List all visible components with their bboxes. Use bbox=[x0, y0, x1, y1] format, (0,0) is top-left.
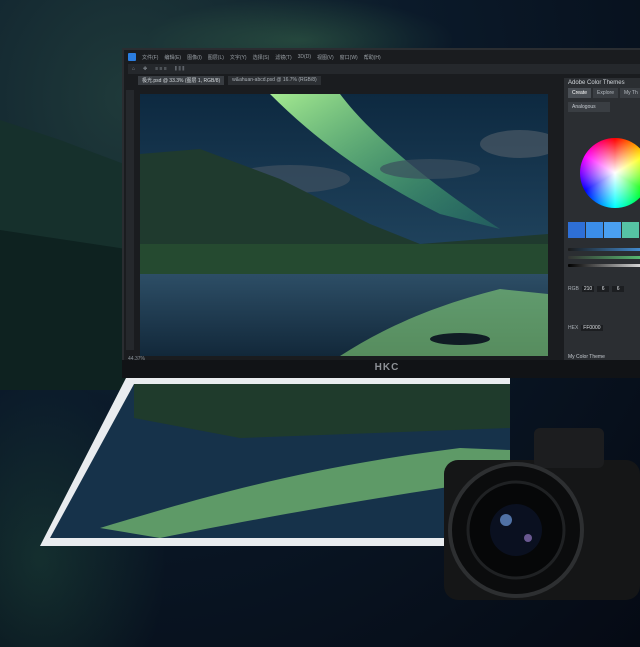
menu-bar: 文件(F) 编辑(E) 图像(I) 图层(L) 文字(Y) 选择(S) 滤镜(T… bbox=[128, 52, 640, 62]
brightness-slider[interactable] bbox=[568, 264, 640, 267]
swatch-row bbox=[568, 222, 640, 238]
hex-label: HEX bbox=[568, 324, 579, 331]
menu-help[interactable]: 帮助(H) bbox=[364, 54, 381, 61]
tab-my-themes[interactable]: My Th bbox=[619, 88, 640, 98]
green-value[interactable]: 6 bbox=[597, 285, 610, 292]
saturation-slider[interactable] bbox=[568, 256, 640, 259]
hex-value[interactable]: FF0000 bbox=[581, 324, 603, 331]
panel-tabs: Create Explore My Th bbox=[564, 88, 640, 98]
menu-3d[interactable]: 3D(D) bbox=[298, 54, 311, 60]
harmony-rule-select[interactable]: Analogous bbox=[568, 102, 610, 112]
color-wheel[interactable] bbox=[580, 138, 640, 208]
hue-slider[interactable] bbox=[568, 248, 640, 251]
menu-select[interactable]: 选择(S) bbox=[253, 54, 270, 61]
menu-type[interactable]: 文字(Y) bbox=[230, 54, 247, 61]
distribute-icon[interactable]: ⫼ ⫼ ⫼ bbox=[175, 66, 185, 72]
menu-edit[interactable]: 编辑(E) bbox=[164, 54, 181, 61]
menu-layer[interactable]: 图层(L) bbox=[208, 54, 224, 61]
tab-create[interactable]: Create bbox=[568, 88, 592, 98]
monitor-brand-logo: HKC bbox=[374, 362, 400, 373]
monitor: 文件(F) 编辑(E) 图像(I) 图层(L) 文字(Y) 选择(S) 滤镜(T… bbox=[122, 48, 640, 378]
move-tool-icon[interactable]: ✥ bbox=[143, 66, 147, 72]
menu-image[interactable]: 图像(I) bbox=[187, 54, 202, 61]
swatch-1[interactable] bbox=[568, 222, 585, 238]
monitor-chin: HKC bbox=[122, 360, 640, 378]
tab-document-1[interactable]: 极光.psd @ 33.3% (图层 1, RGB/8) bbox=[138, 76, 225, 85]
menu-file[interactable]: 文件(F) bbox=[142, 54, 158, 61]
document-tabs: 极光.psd @ 33.3% (图层 1, RGB/8) w&ahuan-abc… bbox=[138, 76, 321, 85]
printed-photo bbox=[40, 378, 510, 546]
rgb-label: RGB bbox=[568, 285, 579, 292]
red-value[interactable]: 210 bbox=[581, 285, 595, 292]
image-canvas[interactable] bbox=[140, 94, 548, 356]
swatch-4[interactable] bbox=[622, 222, 639, 238]
rgb-values: RGB 210 6 6 HEX FF0000 bbox=[568, 284, 625, 332]
tool-strip[interactable] bbox=[126, 90, 134, 350]
tab-explore[interactable]: Explore bbox=[593, 88, 618, 98]
panel-title: Adobe Color Themes bbox=[568, 80, 625, 86]
swatch-3[interactable] bbox=[604, 222, 621, 238]
blue-value[interactable]: 6 bbox=[612, 285, 625, 292]
menu-window[interactable]: 窗口(W) bbox=[340, 54, 358, 61]
tab-document-2[interactable]: w&ahuan-abcd.psd @ 16.7% (RGB/8) bbox=[228, 76, 321, 85]
swatch-2[interactable] bbox=[586, 222, 603, 238]
photoshop-logo-icon bbox=[128, 53, 136, 61]
menu-filter[interactable]: 滤镜(T) bbox=[275, 54, 291, 61]
align-icon[interactable]: ≡ ≡ ≡ bbox=[155, 66, 167, 72]
color-themes-panel: Adobe Color Themes Create Explore My Th … bbox=[564, 78, 640, 368]
options-bar: ⌂ ✥ ≡ ≡ ≡ ⫼ ⫼ ⫼ bbox=[128, 64, 640, 74]
home-icon[interactable]: ⌂ bbox=[132, 66, 135, 72]
dslr-camera bbox=[444, 428, 640, 600]
menu-view[interactable]: 视图(V) bbox=[317, 54, 334, 61]
